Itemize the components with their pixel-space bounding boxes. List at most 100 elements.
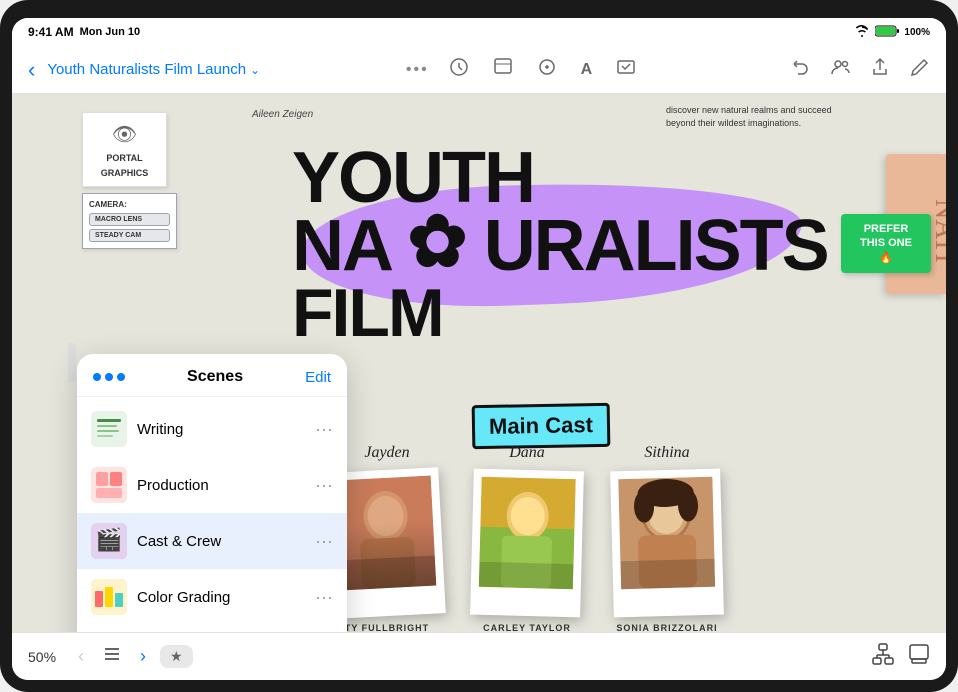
status-bar: 9:41 AM Mon Jun 10 100% xyxy=(12,18,946,46)
polaroid-sonia xyxy=(610,469,724,618)
main-cast-label: Main Cast xyxy=(472,403,611,449)
scene-more-cast-crew[interactable]: ··· xyxy=(315,531,333,552)
film-title-area: YOUTH NA ✿ URALISTS FILM xyxy=(272,124,866,444)
camera-specs-card: CAMERA: MACRO LENS STEADY CAM xyxy=(82,193,177,249)
scene-thumb-writing xyxy=(91,411,127,447)
panel-dots xyxy=(93,373,125,381)
film-title-naturalists-row: NA ✿ URALISTS xyxy=(292,212,828,280)
main-cast-area: Main Cast Jayden xyxy=(272,434,936,632)
zoom-level[interactable]: 50% xyxy=(28,649,64,665)
scene-thumb-production xyxy=(91,467,127,503)
bottom-toolbar-right xyxy=(872,643,930,670)
prefer-sticky-note: PREFERTHIS ONE🔥 xyxy=(841,214,931,273)
ipad-frame: 9:41 AM Mon Jun 10 100% ‹ Youth Naturali… xyxy=(0,0,958,692)
share-icon[interactable] xyxy=(866,53,894,86)
polaroid-carley xyxy=(470,469,584,618)
star-bookmark-badge[interactable]: ★ xyxy=(160,645,193,668)
cast-name-ty: TY FULLBRIGHT(THEY / THEM) xyxy=(345,622,429,632)
toolbar-extra-dots: ••• xyxy=(406,61,429,79)
film-title: YOUTH NA ✿ URALISTS FILM xyxy=(292,144,828,345)
left-cards-area: 👁 PORTAL GRAPHICS CAMERA: MACRO LENS STE… xyxy=(82,112,177,249)
status-date: Mon Jun 10 xyxy=(80,26,141,38)
battery-label: 100% xyxy=(904,27,930,38)
scene-item-color-grading[interactable]: Color Grading ··· xyxy=(77,569,347,625)
scene-item-writing[interactable]: Writing ··· xyxy=(77,401,347,457)
collaborate-icon[interactable] xyxy=(826,53,854,86)
camera-tag-2: STEADY CAM xyxy=(89,229,170,242)
title-text: Youth Naturalists Film Launch xyxy=(47,61,246,78)
cast-item-carley: Dana xyxy=(472,444,582,632)
nav-next-button[interactable]: › xyxy=(136,642,150,671)
scene-more-production[interactable]: ··· xyxy=(315,475,333,496)
cast-item-ty: Jayden xyxy=(332,444,442,632)
top-toolbar: ‹ Youth Naturalists Film Launch ⌄ ••• A xyxy=(12,46,946,94)
scene-item-cast-crew[interactable]: 🎬 Cast & Crew ··· xyxy=(77,513,347,569)
film-title-uralists: URALISTS xyxy=(484,206,828,286)
cast-script-name-ty: Jayden xyxy=(364,444,409,462)
wifi-icon xyxy=(854,25,870,40)
carley-photo-svg xyxy=(479,477,576,589)
title-chevron-icon: ⌄ xyxy=(250,63,260,77)
battery-icon xyxy=(875,25,899,40)
bottom-toolbar: 50% ‹ › ★ xyxy=(12,632,946,680)
toolbar-tool-1-icon[interactable] xyxy=(445,53,473,86)
status-bar-right: 100% xyxy=(854,25,930,40)
scenes-panel-edit-button[interactable]: Edit xyxy=(305,369,331,386)
scene-list: Writing ··· Production ··· � xyxy=(77,397,347,632)
cast-name-sonia: SONIA BRIZZOLARI(SHE / HER) xyxy=(616,622,717,632)
scene-item-production[interactable]: Production ··· xyxy=(77,457,347,513)
star-icon: ★ xyxy=(170,648,183,665)
scenes-panel-header: Scenes Edit xyxy=(77,354,347,397)
toolbar-tool-4-icon[interactable]: A xyxy=(577,57,597,83)
cast-photos: Jayden xyxy=(332,444,722,632)
scenes-panel-title: Scenes xyxy=(125,368,305,386)
scene-label-color-grading: Color Grading xyxy=(137,589,305,606)
film-title-na: NA xyxy=(292,206,389,286)
scenes-panel: Scenes Edit Writing ··· xyxy=(77,354,347,632)
svg-text:🎬: 🎬 xyxy=(95,527,122,552)
scene-more-color-grading[interactable]: ··· xyxy=(315,587,333,608)
cast-script-name-carley: Dana xyxy=(509,444,545,462)
undo-icon[interactable] xyxy=(786,53,814,86)
scene-more-writing[interactable]: ··· xyxy=(315,419,333,440)
status-bar-left: 9:41 AM Mon Jun 10 xyxy=(28,25,140,39)
document-title[interactable]: Youth Naturalists Film Launch ⌄ xyxy=(47,61,260,78)
photo-carley xyxy=(479,477,576,589)
toolbar-tool-2-icon[interactable] xyxy=(489,53,517,86)
svg-text:NATI: NATI xyxy=(929,199,946,263)
panel-dot-2 xyxy=(105,373,113,381)
scene-label-production: Production xyxy=(137,477,305,494)
scene-label-writing: Writing xyxy=(137,421,305,438)
flower-decoration: ✿ xyxy=(407,202,465,282)
sonia-photo-svg xyxy=(618,477,715,589)
nav-prev-button[interactable]: ‹ xyxy=(74,642,88,671)
cast-script-name-sonia: Sithina xyxy=(644,444,689,462)
photo-sonia xyxy=(618,477,715,589)
main-canvas: Aileen Zeigen discover new natural realm… xyxy=(12,94,946,632)
toolbar-center: ••• A xyxy=(268,53,778,86)
portal-sketch-card: 👁 PORTAL GRAPHICS xyxy=(82,112,167,187)
film-title-youth: YOUTH xyxy=(292,144,828,212)
scene-thumb-color-grading xyxy=(91,579,127,615)
toolbar-tool-3-icon[interactable] xyxy=(533,53,561,86)
photo-ty xyxy=(337,476,437,591)
edge-indicator xyxy=(68,343,76,383)
layers-icon[interactable] xyxy=(908,643,930,670)
scene-item-marketing[interactable]: Marketing ··· xyxy=(77,625,347,632)
prefer-note-text: PREFERTHIS ONE🔥 xyxy=(849,222,923,265)
panel-dot-3 xyxy=(117,373,125,381)
edit-pencil-icon[interactable] xyxy=(906,53,934,86)
cast-name-carley: CARLEY TAYLOR(SHE / HER) xyxy=(483,622,571,632)
hierarchy-icon[interactable] xyxy=(872,643,894,670)
panel-dot-1 xyxy=(93,373,101,381)
back-button[interactable]: ‹ xyxy=(24,53,39,87)
list-view-icon[interactable] xyxy=(98,640,126,673)
scene-thumb-cast-crew: 🎬 xyxy=(91,523,127,559)
toolbar-right xyxy=(786,53,934,86)
scene-label-cast-crew: Cast & Crew xyxy=(137,533,305,550)
aileen-note: Aileen Zeigen xyxy=(252,109,313,120)
ty-photo-svg xyxy=(337,476,437,591)
camera-card-title: CAMERA: xyxy=(89,200,170,209)
camera-tag-1: MACRO LENS xyxy=(89,213,170,226)
toolbar-tool-5-icon[interactable] xyxy=(612,53,640,86)
